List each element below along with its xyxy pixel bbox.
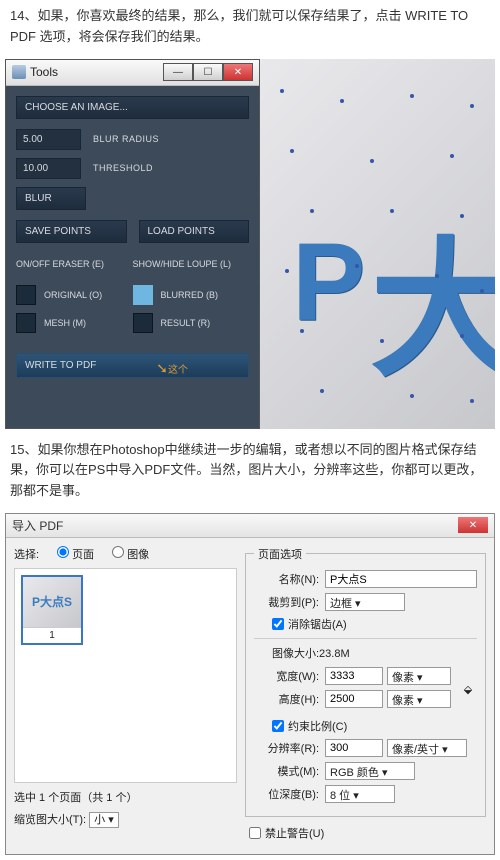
depth-label: 位深度(B): xyxy=(254,786,319,802)
tools-window: Tools — ☐ ✕ CHOOSE AN IMAGE... 5.00 BLUR… xyxy=(5,59,260,429)
choose-image-button[interactable]: CHOOSE AN IMAGE... xyxy=(16,96,249,119)
resolution-label: 分辨率(R): xyxy=(254,740,319,756)
blur-button[interactable]: BLUR xyxy=(16,187,86,210)
step14-text: 14、如果，你喜欢最终的结果，那么，我们就可以保存结果了，点击 WRITE TO… xyxy=(0,0,500,54)
width-unit-select[interactable]: 像素 ▾ xyxy=(387,667,451,685)
load-points-button[interactable]: LOAD POINTS xyxy=(139,220,250,243)
figure-row-1: Tools — ☐ ✕ CHOOSE AN IMAGE... 5.00 BLUR… xyxy=(5,59,495,429)
resolution-input[interactable] xyxy=(325,739,383,757)
selection-count: 选中 1 个页面（共 1 个） xyxy=(14,789,237,805)
original-label: ORIGINAL (O) xyxy=(44,290,133,300)
dialog-close-button[interactable]: ✕ xyxy=(458,517,488,533)
mesh-label: MESH (M) xyxy=(44,318,133,328)
import-pdf-dialog: 导入 PDF ✕ 选择: 页面 图像 P大点S 1 选中 1 个页面（共 1 个… xyxy=(5,513,495,855)
image-size-label: 图像大小:23.8M xyxy=(272,645,477,661)
thumbnail-preview: P大点S xyxy=(23,577,81,627)
page-options-legend: 页面选项 xyxy=(254,546,306,562)
thumb-size-select[interactable]: 小 ▾ xyxy=(89,812,119,828)
save-points-button[interactable]: SAVE POINTS xyxy=(16,220,127,243)
select-label: 选择: xyxy=(14,546,39,562)
crop-label: 裁剪到(P): xyxy=(254,594,319,610)
step15-text: 15、如果你想在Photoshop中继续进一步的编辑，或者想以不同的图片格式保存… xyxy=(0,434,500,508)
resolution-unit-select[interactable]: 像素/英寸 ▾ xyxy=(387,739,467,757)
original-swatch[interactable] xyxy=(16,285,36,305)
blur-radius-input[interactable]: 5.00 xyxy=(16,129,81,150)
close-button[interactable]: ✕ xyxy=(223,63,253,81)
annotation-arrow: ➘这个 xyxy=(156,360,188,377)
width-input[interactable] xyxy=(325,667,383,685)
dialog-title: 导入 PDF xyxy=(12,517,63,534)
mesh-swatch[interactable] xyxy=(16,313,36,333)
antialias-checkbox[interactable] xyxy=(272,618,284,630)
threshold-label: THRESHOLD xyxy=(93,163,153,173)
image-radio[interactable]: 图像 xyxy=(112,546,149,562)
write-to-pdf-label: WRITE TO PDF xyxy=(25,360,96,371)
maximize-button[interactable]: ☐ xyxy=(193,63,223,81)
page-options-fieldset: 页面选项 名称(N): 裁剪到(P): 边框 ▾ 消除锯齿(A) 图像大小:23… xyxy=(245,546,486,817)
suppress-warnings-label: 禁止警告(U) xyxy=(265,825,324,841)
width-label: 宽度(W): xyxy=(254,668,319,684)
write-to-pdf-button[interactable]: WRITE TO PDF ➘这个 xyxy=(16,353,249,378)
loupe-toggle[interactable]: SHOW/HIDE LOUPE (L) xyxy=(133,255,250,273)
java-icon xyxy=(12,65,26,79)
page-radio[interactable]: 页面 xyxy=(57,546,94,562)
window-title: Tools xyxy=(30,65,58,79)
height-unit-select[interactable]: 像素 ▾ xyxy=(387,690,451,708)
depth-select[interactable]: 8 位 ▾ xyxy=(325,785,395,803)
name-label: 名称(N): xyxy=(254,571,319,587)
result-label: RESULT (R) xyxy=(161,318,250,328)
result-swatch[interactable] xyxy=(133,313,153,333)
height-input[interactable] xyxy=(325,690,383,708)
blur-radius-label: BLUR RADIUS xyxy=(93,134,159,144)
titlebar: Tools — ☐ ✕ xyxy=(6,60,259,86)
threshold-input[interactable]: 10.00 xyxy=(16,158,81,179)
pdf-thumbnail[interactable]: P大点S 1 xyxy=(21,575,83,645)
preview-canvas: P 大 xyxy=(260,59,495,429)
link-icon[interactable]: ⬙ xyxy=(459,667,477,713)
blurred-swatch[interactable] xyxy=(133,285,153,305)
mode-label: 模式(M): xyxy=(254,763,319,779)
constrain-label: 约束比例(C) xyxy=(288,718,347,734)
blurred-label: BLURRED (B) xyxy=(161,290,250,300)
minimize-button[interactable]: — xyxy=(163,63,193,81)
dialog-titlebar: 导入 PDF ✕ xyxy=(6,514,494,538)
eraser-toggle[interactable]: ON/OFF ERASER (E) xyxy=(16,255,133,273)
mode-select[interactable]: RGB 颜色 ▾ xyxy=(325,762,415,780)
antialias-label: 消除锯齿(A) xyxy=(288,616,347,632)
crop-select[interactable]: 边框 ▾ xyxy=(325,593,405,611)
thumb-size-label: 缩览图大小(T): xyxy=(14,814,86,826)
thumbnail-page-number: 1 xyxy=(23,627,81,643)
constrain-checkbox[interactable] xyxy=(272,720,284,732)
anchor-points-overlay xyxy=(260,59,495,429)
thumbnail-area[interactable]: P大点S 1 xyxy=(14,568,237,783)
height-label: 高度(H): xyxy=(254,691,319,707)
name-input[interactable] xyxy=(325,570,477,588)
suppress-warnings-checkbox[interactable] xyxy=(249,827,261,839)
